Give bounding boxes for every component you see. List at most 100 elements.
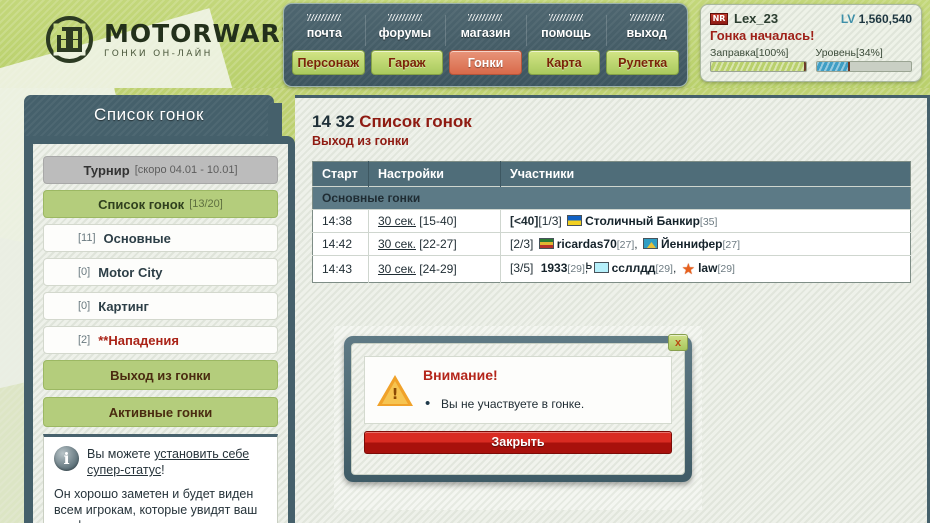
nav-link-shop[interactable]: магазин [445, 9, 526, 50]
participant-level: [27] [722, 239, 740, 251]
participant-name[interactable]: 1933 [541, 261, 568, 275]
cell-participants: [<40][1/3] Столичный Банкир[35] [500, 209, 911, 233]
fuel-bar-fill [711, 62, 806, 71]
cell-settings: 30 сек. [24-29] [368, 255, 501, 283]
settings-range: [15-40] [415, 214, 457, 228]
nav-link-label: почта [306, 26, 342, 40]
sidebar-item-attacks[interactable]: [2] **Нападения [43, 326, 278, 354]
column-header-start: Старт [312, 161, 369, 187]
dialog-inner: x ! Внимание! Вы не участвуете в гонке. … [351, 334, 688, 475]
table-section-row: Основные гонки [312, 186, 911, 210]
participant-level: [29] [567, 263, 585, 275]
table-row[interactable]: 14:43 30 сек. [24-29] [3/5] 1933[29], сс… [312, 255, 911, 283]
column-header-settings: Настройки [368, 161, 501, 187]
participant-name[interactable]: ricardas70 [557, 237, 617, 251]
star-badge-icon: ★ [681, 261, 696, 278]
nav-link-forums[interactable]: форумы [364, 9, 446, 50]
nav-link-logout[interactable]: выход [606, 9, 687, 50]
nav-link-label: выход [626, 26, 667, 40]
hatch-decoration-icon [387, 14, 422, 21]
sidebar-item-main[interactable]: [11] Основные [43, 224, 278, 252]
nav-link-label: помощь [541, 26, 592, 40]
modal-backdrop: x ! Внимание! Вы не участвуете в гонке. … [334, 326, 702, 510]
dialog-heading: Внимание! [423, 367, 498, 383]
table-row[interactable]: 14:42 30 сек. [22-27] [2/3] ricardas70[2… [312, 232, 911, 256]
user-status-panel: Lex_23 LV 1,560,540 Гонка началась! Запр… [700, 4, 922, 82]
user-level-wrap: LV 1,560,540 [841, 12, 912, 26]
sidebar-button-exit-race[interactable]: Выход из гонки [43, 360, 278, 390]
participant-level: [27] [616, 239, 635, 251]
sidebar-item-count: [0] [78, 266, 91, 278]
column-header-participants: Участники [500, 161, 911, 187]
participant-level: [35] [699, 216, 718, 228]
nav-link-help[interactable]: помощь [525, 9, 607, 50]
sidebar-item-race-list[interactable]: Список гонок [13/20] [43, 190, 278, 218]
flag-kazakhstan-icon [642, 238, 658, 249]
level-bar-fill [816, 62, 849, 71]
nav-button-races[interactable]: Гонки [449, 50, 522, 75]
nav-button-garage[interactable]: Гараж [370, 50, 444, 75]
sidebar-item-label: Турнир [83, 162, 130, 178]
sidebar-item-meta: [13/20] [189, 198, 223, 210]
cell-start-time: 14:42 [312, 232, 369, 256]
main-navigation: почта форумы магазин помощь выход Персон… [283, 3, 688, 87]
settings-duration-link[interactable]: 30 сек. [378, 237, 416, 251]
page-title: 14 32 Список гонок [312, 112, 911, 132]
cell-start-time: 14:38 [312, 209, 369, 233]
nav-button-roulette[interactable]: Рулетка [606, 50, 679, 75]
info-intro-end: ! [161, 463, 165, 477]
info-box-top: i Вы можете установить себе супер-статус… [54, 446, 267, 478]
settings-range: [24-29] [415, 262, 457, 276]
user-name[interactable]: Lex_23 [734, 11, 778, 26]
nav-top-links: почта форумы магазин помощь выход [284, 4, 687, 50]
info-circle-icon: i [54, 446, 79, 471]
section-label: Основные гонки [312, 186, 911, 210]
table-row[interactable]: 14:38 30 сек. [15-40] [<40][1/3] Столичн… [312, 209, 911, 233]
close-icon[interactable]: x [668, 334, 688, 351]
participant-name[interactable]: Йеннифер [661, 237, 723, 251]
participant-name[interactable]: ссллдд [612, 261, 656, 275]
page-subtitle: Выход из гонки [312, 134, 409, 148]
cell-settings: 30 сек. [22-27] [368, 232, 501, 256]
sidebar-button-active-races[interactable]: Активные гонки [43, 397, 278, 427]
hatch-decoration-icon [307, 14, 342, 21]
close-button[interactable]: Закрыть [364, 431, 672, 454]
info-box-body: Он хорошо заметен и будет виден всем игр… [54, 487, 258, 523]
sidebar-item-label: Основные [103, 230, 171, 246]
cell-participants: [2/3] ricardas70[27], Йеннифер[27] [500, 232, 911, 256]
sidebar-item-label: Motor City [98, 264, 163, 280]
page-title-number: 14 32 [312, 112, 360, 131]
sidebar-item-label: Список гонок [98, 196, 185, 212]
slots-count: [2/3] [510, 237, 534, 251]
nav-button-character[interactable]: Персонаж [292, 50, 365, 75]
nav-button-map[interactable]: Карта [527, 50, 601, 75]
crosshair-target-icon [46, 16, 93, 63]
dialog-texts: Внимание! Вы не участвуете в гонке. [423, 367, 659, 412]
hatch-decoration-icon [629, 14, 664, 21]
flag-ice-icon [586, 261, 609, 273]
participant-name[interactable]: law [698, 261, 717, 275]
sidebar-item-tournament[interactable]: Турнир [скоро 04.01 - 10.01] [43, 156, 278, 184]
sidebar-item-label: **Нападения [98, 332, 179, 348]
slots-count: [3/5] [510, 261, 534, 275]
level-bar-label: Уровень[34%] [815, 47, 883, 59]
sidebar: Турнир [скоро 04.01 - 10.01] Список гоно… [24, 136, 295, 523]
participant-name[interactable]: Столичный Банкир [585, 214, 700, 228]
warning-dialog: x ! Внимание! Вы не участвуете в гонке. … [344, 334, 692, 482]
sidebar-item-karting[interactable]: [0] Картинг [43, 292, 278, 320]
settings-duration-link[interactable]: 30 сек. [378, 262, 416, 276]
level-bar-track [815, 61, 912, 72]
user-level-value: 1,560,540 [858, 11, 912, 26]
sidebar-item-count: [11] [78, 232, 96, 244]
slots-count: [1/3] [538, 214, 562, 228]
fuel-bar-label: Заправка[100%] [710, 47, 789, 59]
table-header-row: Старт Настройки Участники [312, 161, 911, 187]
settings-duration-link[interactable]: 30 сек. [378, 214, 416, 228]
level-bar-group: Уровень[34%] [815, 47, 912, 72]
nav-link-mail[interactable]: почта [284, 9, 365, 50]
hatch-decoration-icon [468, 14, 503, 21]
user-progress-bars: Заправка[100%] Уровень[34%] [710, 47, 912, 72]
info-intro-text: Вы можете [87, 447, 155, 461]
user-level-label: LV [840, 11, 856, 26]
sidebar-item-motor-city[interactable]: [0] Motor City [43, 258, 278, 286]
